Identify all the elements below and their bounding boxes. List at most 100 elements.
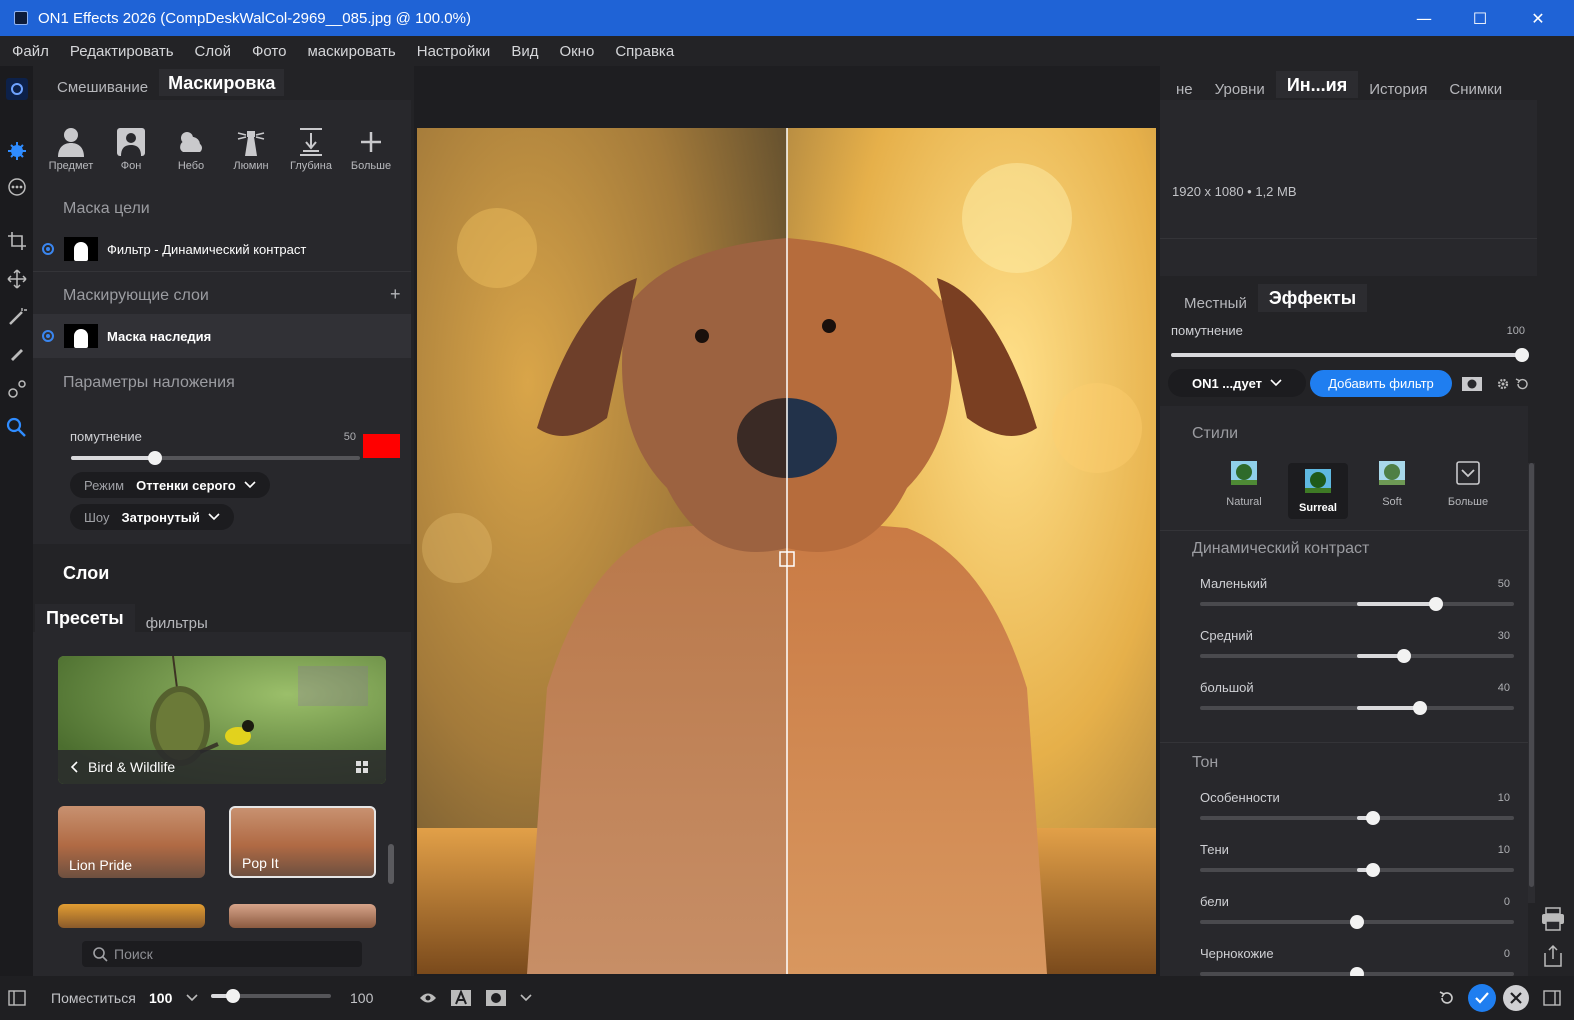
menu-file[interactable]: Файл xyxy=(12,43,49,60)
minimize-button[interactable]: — xyxy=(1396,0,1452,36)
category-card[interactable]: Bird & Wildlife xyxy=(58,656,386,784)
layers-heading[interactable]: Слои xyxy=(63,563,109,584)
tab-effects[interactable]: Эффекты xyxy=(1257,284,1368,312)
slider-knob[interactable] xyxy=(1397,649,1412,663)
more-tools-icon[interactable] xyxy=(6,176,28,198)
eye-icon[interactable] xyxy=(419,992,437,1004)
style-surreal[interactable]: Surreal xyxy=(1288,463,1348,519)
gear-icon[interactable] xyxy=(1496,377,1510,391)
menu-mask[interactable]: маскировать xyxy=(307,43,395,60)
menu-window[interactable]: Окно xyxy=(559,43,594,60)
tone-slider[interactable] xyxy=(1200,811,1514,825)
tone-slider[interactable] xyxy=(1200,863,1514,877)
add-filter-button[interactable]: Добавить фильтр xyxy=(1310,370,1452,397)
reset-icon[interactable] xyxy=(1515,377,1529,391)
overlay-opacity-slider[interactable] xyxy=(71,451,360,465)
tab-local[interactable]: Местный xyxy=(1173,295,1258,312)
preset-thumb-pop-it[interactable]: Pop It xyxy=(229,806,376,878)
grid-view-icon[interactable] xyxy=(356,761,368,773)
mask-tool-subject[interactable]: Предмет xyxy=(41,124,101,172)
tab-blend[interactable]: Смешивание xyxy=(46,79,159,96)
dynamic_contrast-slider[interactable] xyxy=(1200,597,1514,611)
zoom-slider[interactable] xyxy=(211,989,331,1003)
menu-edit[interactable]: Редактировать xyxy=(70,43,174,60)
presets-scrollbar[interactable] xyxy=(388,844,394,884)
undo-icon[interactable] xyxy=(1439,990,1455,1006)
slider-knob[interactable] xyxy=(1365,863,1380,877)
brush-icon[interactable] xyxy=(6,342,28,364)
text-overlay-icon[interactable] xyxy=(450,989,472,1007)
photo-canvas[interactable] xyxy=(417,128,1156,974)
mask-tool-more[interactable]: Больше xyxy=(341,124,401,172)
mask-tool-sky[interactable]: Небо xyxy=(161,124,221,172)
mask-tool-luminosity[interactable]: Люмин xyxy=(221,124,281,172)
dynamic_contrast-slider[interactable] xyxy=(1200,701,1514,715)
mask-icon[interactable] xyxy=(1462,377,1482,391)
effects-tool-icon[interactable] xyxy=(6,140,28,162)
slider-knob[interactable] xyxy=(1412,701,1427,715)
maximize-button[interactable]: ☐ xyxy=(1452,0,1508,36)
retouch-icon[interactable] xyxy=(6,378,28,400)
preset-thumb[interactable] xyxy=(58,904,205,928)
slider-knob[interactable] xyxy=(147,451,162,465)
mask-layer-row[interactable]: Маска наследия xyxy=(33,314,411,358)
chevron-down-icon[interactable] xyxy=(520,994,532,1002)
tab-snapshots[interactable]: Снимки xyxy=(1438,81,1513,98)
show-dropdown[interactable]: Шоу Затронутый xyxy=(70,504,234,530)
cancel-button[interactable] xyxy=(1503,985,1529,1011)
preset-search-field[interactable]: Поиск xyxy=(82,941,362,967)
fit-label[interactable]: Поместиться xyxy=(51,990,136,1006)
crop-icon[interactable] xyxy=(6,230,28,252)
add-mask-layer-button[interactable]: + xyxy=(390,284,401,305)
mask-layer-radio[interactable] xyxy=(42,330,54,342)
style-soft[interactable]: Soft xyxy=(1364,461,1420,519)
style-natural[interactable]: Natural xyxy=(1216,461,1272,519)
tab-info[interactable]: Ин...ия xyxy=(1275,71,1359,98)
toggle-right-panel-icon[interactable] xyxy=(1543,990,1561,1006)
slider-knob[interactable] xyxy=(225,989,240,1003)
export-icon[interactable] xyxy=(1542,944,1564,968)
filter-dropdown[interactable]: ON1 ...дует xyxy=(1168,369,1306,397)
effect-opacity-slider[interactable] xyxy=(1171,348,1529,362)
mask-tool-label: Предмет xyxy=(48,160,94,172)
mask-tool-icon[interactable] xyxy=(6,416,28,438)
mask-view-icon[interactable] xyxy=(485,989,507,1007)
menu-photo[interactable]: Фото xyxy=(252,43,286,60)
tab-presets[interactable]: Пресеты xyxy=(35,604,135,632)
apply-button[interactable] xyxy=(1468,984,1496,1012)
style-label: Natural xyxy=(1226,496,1262,508)
chevron-left-icon[interactable] xyxy=(70,761,80,773)
slider-knob[interactable] xyxy=(1515,348,1529,362)
zoom-value[interactable]: 100 xyxy=(149,990,172,1006)
mode-dropdown[interactable]: Режим Оттенки серого xyxy=(70,472,270,498)
toggle-left-panel-icon[interactable] xyxy=(8,990,26,1006)
target-mask-radio[interactable] xyxy=(42,243,54,255)
target-mask-row[interactable]: Фильтр - Динамический контраст xyxy=(33,229,411,269)
preset-thumb-lion-pride[interactable]: Lion Pride xyxy=(58,806,205,878)
preset-thumb[interactable] xyxy=(229,904,376,928)
slider-knob[interactable] xyxy=(1428,597,1443,611)
tab-masking[interactable]: Маскировка xyxy=(159,69,285,96)
move-icon[interactable] xyxy=(6,268,28,290)
mask-tool-depth[interactable]: Глубина xyxy=(281,124,341,172)
mask-tool-background[interactable]: Фон xyxy=(101,124,161,172)
overlay-color-swatch[interactable] xyxy=(363,434,400,458)
close-window-button[interactable]: ✕ xyxy=(1510,0,1566,36)
dynamic_contrast-slider[interactable] xyxy=(1200,649,1514,663)
chevron-down-icon[interactable] xyxy=(186,994,198,1002)
menu-layer[interactable]: Слой xyxy=(195,43,231,60)
tone-slider[interactable] xyxy=(1200,915,1514,929)
menu-help[interactable]: Справка xyxy=(615,43,674,60)
menu-settings[interactable]: Настройки xyxy=(417,43,491,60)
slider-knob[interactable] xyxy=(1365,811,1380,825)
print-icon[interactable] xyxy=(1540,906,1566,932)
tab-levels[interactable]: Уровни xyxy=(1204,81,1276,98)
menu-view[interactable]: Вид xyxy=(511,43,538,60)
slider-knob[interactable] xyxy=(1350,915,1364,929)
tab-filters[interactable]: фильтры xyxy=(135,615,219,632)
magic-wand-icon[interactable] xyxy=(6,306,28,328)
effects-scrollbar-thumb[interactable] xyxy=(1529,463,1534,887)
tab-history[interactable]: История xyxy=(1358,81,1438,98)
style-more[interactable]: Больше xyxy=(1438,461,1498,519)
tab-right-0[interactable]: не xyxy=(1165,81,1204,98)
